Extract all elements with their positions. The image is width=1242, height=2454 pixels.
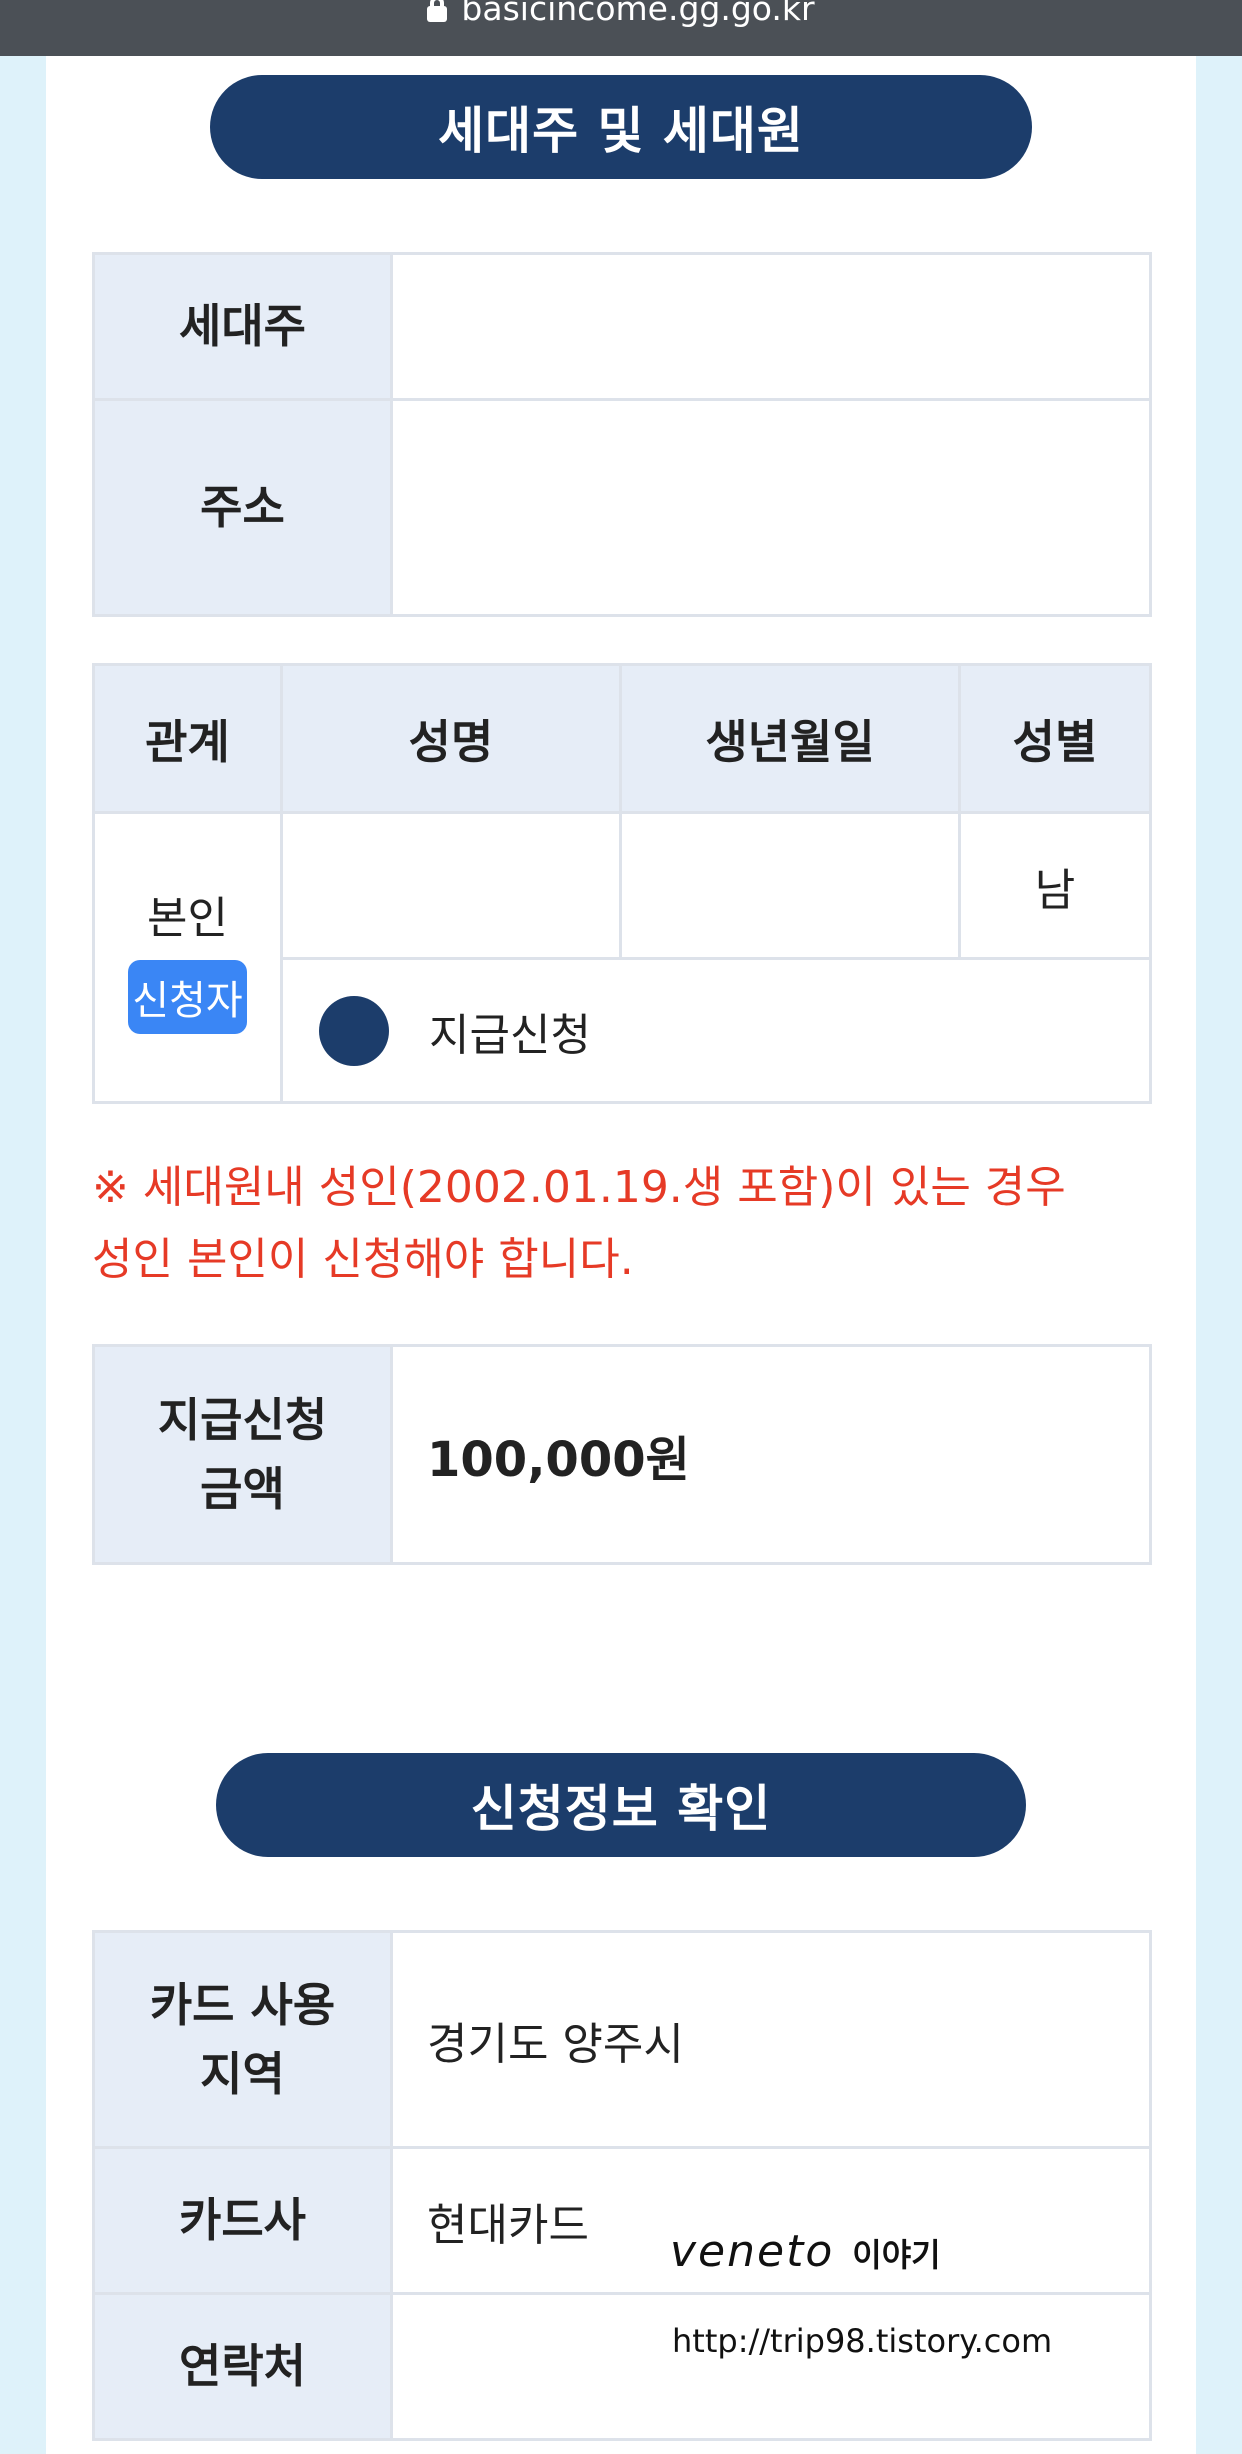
amount-label: 지급신청 금액 bbox=[92, 1344, 393, 1565]
relation-value: 본인 bbox=[147, 892, 228, 944]
header-birth: 생년월일 bbox=[619, 663, 961, 814]
url-text: basicincome.gg.go.kr bbox=[461, 0, 815, 28]
radio-selected-icon[interactable] bbox=[319, 995, 389, 1066]
members-table: 관계 성명 생년월일 성별 본인 신청자 남 지급신청 bbox=[92, 663, 1152, 1104]
card-region-value: 경기도 양주시 bbox=[390, 1930, 1152, 2149]
watermark-url: http://trip98.tistory.com bbox=[672, 2322, 1053, 2360]
address-label: 주소 bbox=[92, 398, 393, 617]
adult-notice: ※ 세대원내 성인(2002.01.19.생 포함)이 있는 경우 성인 본인이… bbox=[92, 1152, 1172, 1296]
household-section-title: 세대주 및 세대원 bbox=[210, 75, 1032, 179]
member-name-value bbox=[280, 811, 622, 960]
lock-icon bbox=[427, 0, 448, 22]
household-head-label: 세대주 bbox=[92, 252, 393, 401]
household-table: 세대주 주소 bbox=[92, 252, 1152, 617]
payment-request-cell: 지급신청 bbox=[280, 957, 1152, 1104]
amount-value: 100,000원 bbox=[390, 1344, 1152, 1565]
notice-line-2: 성인 본인이 신청해야 합니다. bbox=[92, 1234, 634, 1285]
watermark-brand: veneto 이야기 bbox=[670, 2226, 941, 2277]
relation-cell: 본인 신청자 bbox=[92, 811, 283, 1104]
card-region-label-line-1: 카드 사용 bbox=[149, 1977, 336, 2032]
confirm-section-title: 신청정보 확인 bbox=[216, 1753, 1026, 1857]
amount-table: 지급신청 금액 100,000원 bbox=[92, 1344, 1152, 1565]
header-gender: 성별 bbox=[958, 663, 1152, 814]
household-head-value bbox=[390, 252, 1152, 401]
card-region-label: 카드 사용 지역 bbox=[92, 1930, 393, 2149]
amount-label-line-1: 지급신청 bbox=[157, 1392, 328, 1447]
header-name: 성명 bbox=[280, 663, 622, 814]
member-birth-value bbox=[619, 811, 961, 960]
contact-label: 연락처 bbox=[92, 2292, 393, 2441]
browser-url-bar[interactable]: basicincome.gg.go.kr bbox=[0, 0, 1242, 56]
header-relation: 관계 bbox=[92, 663, 283, 814]
payment-request-radio[interactable]: 지급신청 bbox=[283, 995, 1149, 1066]
payment-request-label: 지급신청 bbox=[429, 1009, 591, 1061]
member-gender-value: 남 bbox=[958, 811, 1152, 960]
notice-line-1: ※ 세대원내 성인(2002.01.19.생 포함)이 있는 경우 bbox=[92, 1162, 1066, 1213]
card-company-label: 카드사 bbox=[92, 2146, 393, 2295]
address-value bbox=[390, 398, 1152, 617]
applicant-badge: 신청자 bbox=[128, 959, 247, 1034]
card-region-label-line-2: 지역 bbox=[200, 2046, 285, 2101]
watermark-brand-suffix: 이야기 bbox=[852, 2236, 941, 2274]
amount-label-line-2: 금액 bbox=[200, 1461, 285, 1516]
confirm-table: 카드 사용 지역 경기도 양주시 카드사 현대카드 연락처 bbox=[92, 1930, 1152, 2441]
contact-value bbox=[390, 2292, 1152, 2441]
watermark-brand-name: veneto bbox=[670, 2226, 835, 2277]
